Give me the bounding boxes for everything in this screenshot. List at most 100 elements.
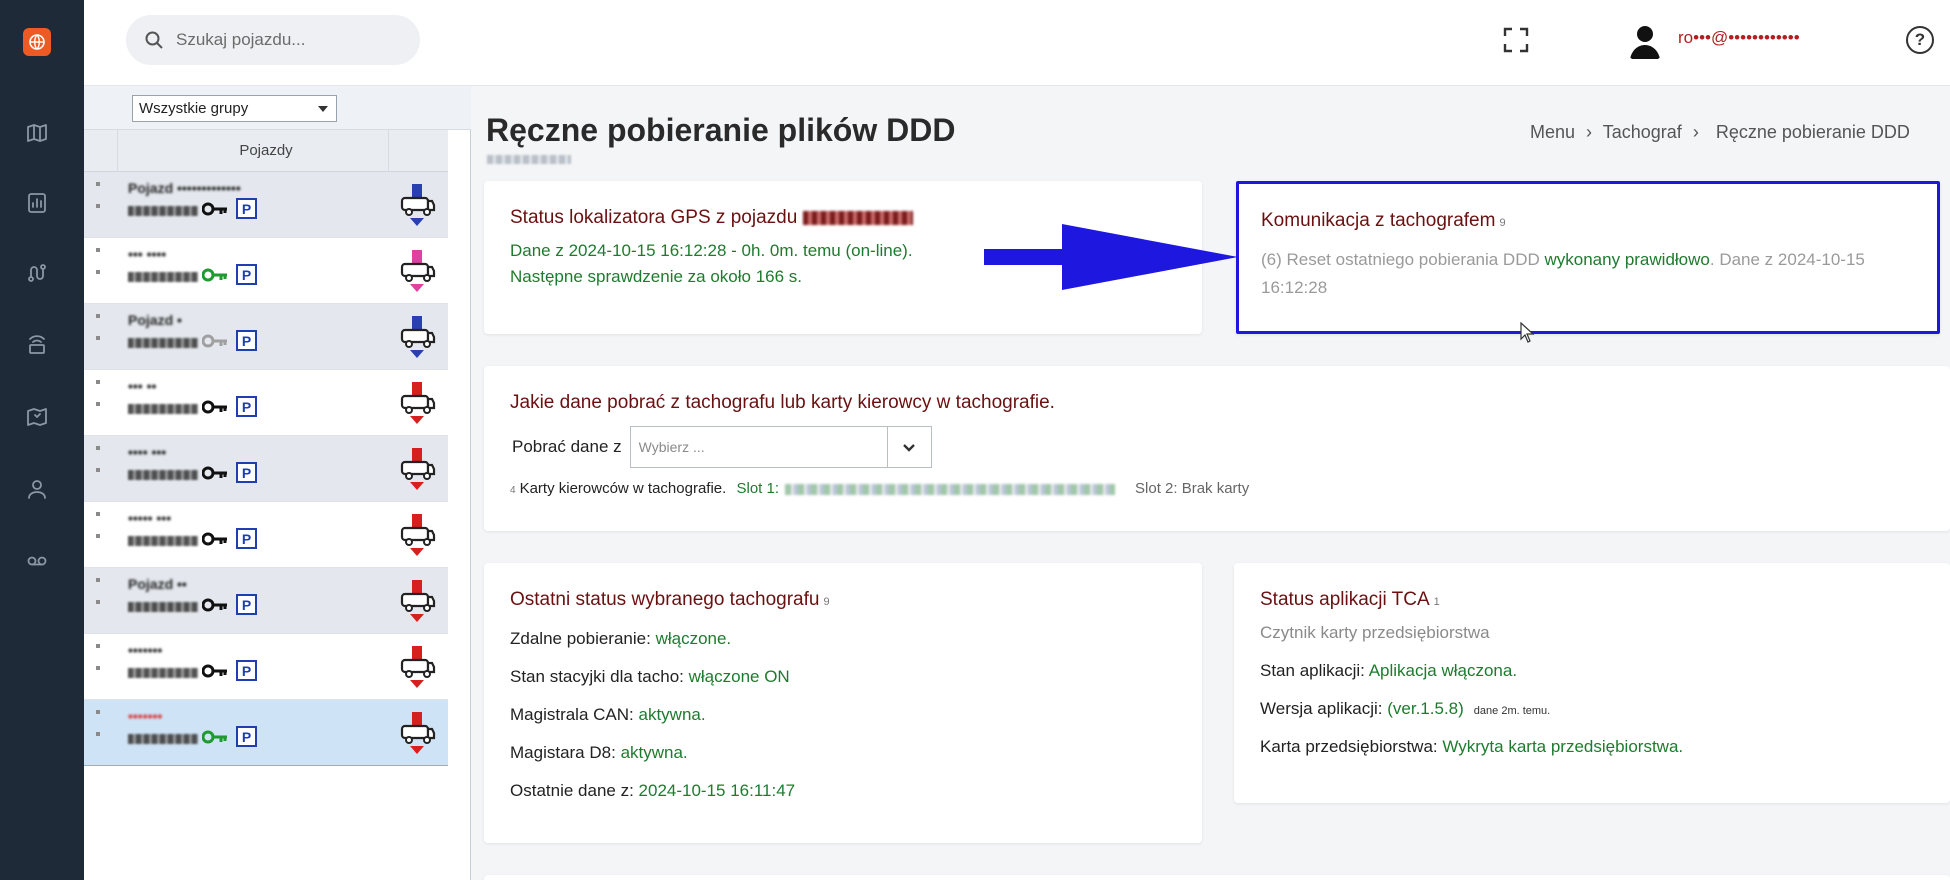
route-icon[interactable] [24, 260, 50, 286]
truck-status-icon[interactable] [398, 382, 436, 424]
user-name[interactable]: ro•••@•••••••••••• [1678, 28, 1858, 48]
ignition-key-icon [201, 728, 228, 746]
globe-icon [29, 34, 45, 50]
comm-status-text: (6) Reset ostatniego pobierania DDD wyko… [1261, 250, 1865, 297]
chevron-down-icon[interactable] [886, 427, 931, 467]
vehicle-plate-redacted [128, 734, 198, 744]
user-icon[interactable] [24, 476, 50, 502]
vehicle-plate-redacted [128, 338, 198, 348]
fullscreen-icon[interactable] [1502, 26, 1530, 54]
truck-status-icon[interactable] [398, 712, 436, 754]
vehicle-name: •••• ••• [128, 444, 167, 460]
parking-icon: P [236, 594, 257, 615]
download-source-row: Pobrać dane z Wybierz ... [510, 426, 1924, 468]
driver-cards-line: 4 Karty kierowców w tachografie. Slot 1: S… [510, 480, 1250, 497]
vehicle-row[interactable]: ••••••• P [84, 634, 448, 700]
truck-status-icon[interactable] [398, 448, 436, 490]
drag-handle-icon[interactable] [96, 512, 106, 552]
truck-status-icon[interactable] [398, 250, 436, 292]
vehicle-name: ••••••• [128, 642, 163, 658]
comm-status-ok: wykonany prawidłowo [1544, 250, 1710, 269]
vehicle-row[interactable]: ••••• ••• P [84, 502, 448, 568]
comm-count: 9 [1499, 217, 1506, 229]
parking-icon: P [236, 198, 257, 219]
drag-handle-icon[interactable] [96, 446, 106, 486]
download-source-select[interactable]: Wybierz ... [629, 426, 932, 468]
vehicle-row[interactable]: ••• •••• P [84, 238, 448, 304]
ignition-key-icon [201, 662, 228, 680]
tca-app-status-card: Status aplikacji TCA 1 Czytnik karty prze… [1234, 563, 1950, 803]
vehicle-row[interactable]: Pojazd •• P [84, 568, 448, 634]
annotation-arrow [984, 224, 1238, 290]
drag-handle-icon[interactable] [96, 578, 106, 618]
vehicle-plate-redacted [128, 536, 198, 546]
drag-handle-icon[interactable] [96, 314, 106, 354]
vehicle-row[interactable]: ••• •• P [84, 370, 448, 436]
search-input[interactable] [176, 15, 406, 65]
vehicle-name: ••••••• [128, 708, 163, 724]
vehicle-row[interactable]: •••• ••• P [84, 436, 448, 502]
report-icon[interactable] [24, 190, 50, 216]
ignition-key-icon [201, 266, 228, 284]
breadcrumb-tachograf[interactable]: Tachograf [1603, 122, 1682, 142]
tca-company-card-row: Karta przedsiębiorstwa: Wykryta karta pr… [1260, 737, 1684, 756]
last-status-title: Ostatni status wybranego tachografu 9 [510, 589, 830, 610]
drag-handle-icon[interactable] [96, 644, 106, 684]
tca-count: 1 [1433, 596, 1440, 608]
remote-download-row: Zdalne pobieranie: włączone. [510, 629, 732, 648]
map-zone-icon[interactable] [24, 404, 50, 430]
vehicle-row[interactable]: Pojazd • P [84, 304, 448, 370]
vehicle-list: Pojazd ••••••••••••• P ••• •••• P Pojazd • P •… [84, 172, 448, 766]
ignition-key-icon [201, 530, 228, 548]
vehicle-row[interactable]: ••••••• P [84, 700, 448, 766]
voicemail-icon[interactable] [24, 548, 50, 574]
d8-bus-row: Magistara D8: aktywna. [510, 743, 688, 762]
parking-icon: P [236, 264, 257, 285]
vehicle-row[interactable]: Pojazd ••••••••••••• P [84, 172, 448, 238]
app-logo[interactable] [23, 28, 51, 56]
truck-status-icon[interactable] [398, 184, 436, 226]
search-icon [145, 31, 163, 49]
tachograph-icon[interactable] [24, 332, 50, 358]
help-icon[interactable]: ? [1906, 26, 1934, 54]
vehicles-column-label: Pojazdy [239, 142, 293, 159]
truck-status-icon[interactable] [398, 646, 436, 688]
truck-status-icon[interactable] [398, 580, 436, 622]
parking-icon: P [236, 330, 257, 351]
vehicle-panel-header: Wszystkie grupy [84, 86, 471, 130]
page-subtitle-redacted [487, 155, 571, 164]
drag-handle-icon[interactable] [96, 248, 106, 288]
vehicle-panel: Wszystkie grupy Pojazdy Pojazd •••••••••… [84, 86, 471, 880]
driver-cards-count: 4 [510, 485, 516, 496]
breadcrumb-separator: › [1586, 122, 1593, 142]
breadcrumb-menu[interactable]: Menu [1530, 122, 1575, 142]
avatar[interactable] [1622, 17, 1668, 63]
vehicle-name: ••• •• [128, 378, 157, 394]
nav-rail [0, 0, 84, 880]
tachograph-communication-card: Komunikacja z tachografem 9 (6) Reset ost… [1236, 181, 1940, 334]
tca-app-state-row: Stan aplikacji: Aplikacja włączona. [1260, 661, 1518, 680]
group-filter-select[interactable]: Wszystkie grupy [132, 95, 337, 122]
group-filter-value: Wszystkie grupy [139, 100, 249, 117]
vehicle-plate-redacted [128, 470, 198, 480]
parking-icon: P [236, 528, 257, 549]
drag-handle-icon[interactable] [96, 710, 106, 750]
drag-handle-icon[interactable] [96, 380, 106, 420]
caret-down-icon [318, 106, 328, 112]
vehicle-plate-redacted [128, 602, 198, 612]
vehicle-plate-redacted [128, 272, 198, 282]
vehicles-column-header[interactable]: Pojazdy [84, 130, 448, 172]
truck-status-icon[interactable] [398, 514, 436, 556]
vehicle-name: Pojazd ••••••••••••• [128, 180, 241, 196]
ignition-key-icon [201, 398, 228, 416]
parking-icon: P [236, 660, 257, 681]
truck-status-icon[interactable] [398, 316, 436, 358]
map-icon[interactable] [24, 120, 50, 146]
drag-handle-icon[interactable] [96, 182, 106, 222]
slot1-value-redacted [785, 483, 1116, 495]
last-data-row: Ostatnie dane z: 2024-10-15 16:11:47 [510, 781, 796, 800]
vehicle-name-redacted [802, 210, 913, 225]
mouse-cursor-icon [1520, 322, 1535, 343]
slot2-label: Slot 2: Brak karty [1135, 480, 1250, 497]
download-card-title: Jakie dane pobrać z tachografu lub karty… [510, 392, 1055, 413]
